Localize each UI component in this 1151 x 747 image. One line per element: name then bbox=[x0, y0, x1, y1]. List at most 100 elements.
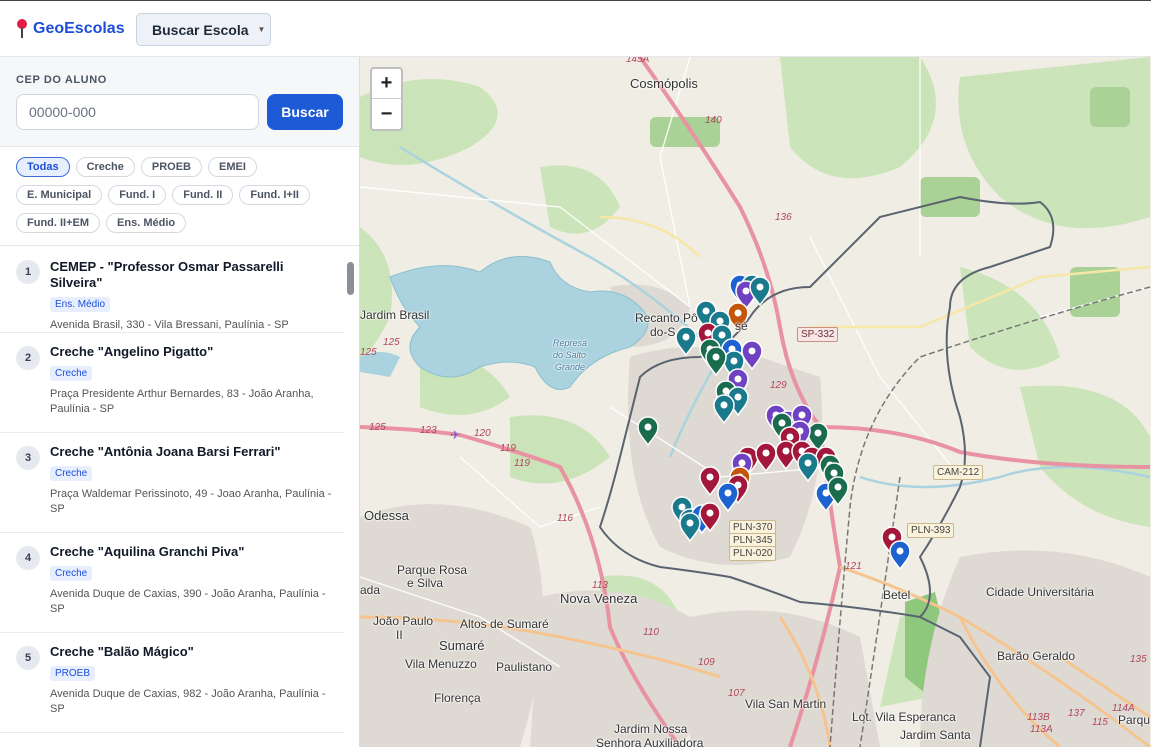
search-school-label: Buscar Escola bbox=[152, 21, 249, 38]
road-number: 123 bbox=[420, 425, 437, 436]
road-number: 113 bbox=[592, 580, 608, 591]
cep-search-panel: CEP DO ALUNO Buscar bbox=[0, 57, 359, 147]
road-shield: CAM-212 bbox=[933, 465, 984, 480]
map-label: Represa bbox=[553, 338, 588, 348]
map-label-cosmopolis: Cosmópolis bbox=[630, 76, 698, 91]
map-label: Vila Menuzzo bbox=[405, 657, 477, 671]
map-label: Senhora Auxiliadora bbox=[596, 736, 704, 747]
map-label-odessa: Odessa bbox=[364, 508, 409, 523]
cep-input[interactable] bbox=[16, 94, 259, 130]
zoom-control: + − bbox=[370, 67, 403, 131]
school-name: Creche "Antônia Joana Barsi Ferrari" bbox=[50, 444, 281, 459]
road-number: 129 bbox=[770, 380, 787, 391]
road-number: 110 bbox=[643, 627, 659, 638]
list-item[interactable]: 2 Creche "Angelino Pigatto" Creche Praça… bbox=[0, 333, 344, 433]
filter-chips: Todas Creche PROEB EMEI E. Municipal Fun… bbox=[0, 147, 359, 246]
school-address: Avenida Duque de Caxias, 390 - João Aran… bbox=[50, 588, 326, 615]
list-item[interactable]: 3 Creche "Antônia Joana Barsi Ferrari" C… bbox=[0, 433, 344, 533]
road-number: 114A bbox=[1112, 703, 1135, 714]
list-item[interactable]: 1 CEMEP - "Professor Osmar Passarelli Si… bbox=[0, 247, 344, 333]
filter-chip-fund-ii-em[interactable]: Fund. II+EM bbox=[16, 213, 101, 233]
road-number: 113A bbox=[1030, 724, 1053, 735]
search-school-dropdown[interactable]: Buscar Escola ▼ bbox=[136, 13, 271, 46]
road-number: 107 bbox=[728, 688, 745, 699]
map-label: Parqu bbox=[1118, 713, 1151, 727]
map-label: ada bbox=[360, 583, 381, 597]
road-number: 140 bbox=[705, 115, 722, 126]
caret-down-icon: ▼ bbox=[257, 25, 266, 34]
item-number: 1 bbox=[16, 260, 40, 284]
brand[interactable]: GeoEscolas bbox=[16, 19, 125, 39]
map-label: Barão Geraldo bbox=[997, 649, 1076, 663]
filter-chip-emei[interactable]: EMEI bbox=[208, 157, 257, 177]
filter-chip-e-municipal[interactable]: E. Municipal bbox=[16, 185, 103, 205]
filter-chip-creche[interactable]: Creche bbox=[75, 157, 135, 177]
filter-chip-ens-medio[interactable]: Ens. Médio bbox=[106, 213, 187, 233]
road-number: 136 bbox=[775, 212, 792, 223]
list-item[interactable]: 5 Creche "Balão Mágico" PROEB Avenida Du… bbox=[0, 633, 344, 733]
map-label: do Salto bbox=[553, 350, 587, 360]
map-label: Jardim Brasil bbox=[360, 308, 430, 322]
filter-chip-proeb[interactable]: PROEB bbox=[140, 157, 202, 177]
road-number: 137 bbox=[1068, 708, 1085, 719]
map-label: Lot. Vila Esperanca bbox=[852, 710, 956, 724]
road-shield: PLN-020 bbox=[729, 546, 777, 561]
road-number: 125 bbox=[383, 337, 400, 348]
road-number: 116 bbox=[557, 513, 573, 524]
school-name: Creche "Aquilina Granchi Piva" bbox=[50, 544, 245, 559]
svg-text:✈: ✈ bbox=[450, 428, 460, 442]
item-number: 3 bbox=[16, 446, 40, 470]
map-label: Vila San Martin bbox=[745, 697, 827, 711]
school-type-badge: Ens. Médio bbox=[50, 297, 111, 312]
school-type-badge: Creche bbox=[50, 366, 93, 381]
item-number: 4 bbox=[16, 546, 40, 570]
school-address: Praça Waldemar Perissinoto, 49 - Joao Ar… bbox=[50, 488, 332, 515]
item-number: 2 bbox=[16, 346, 40, 370]
map-label: Jardim Nossa bbox=[614, 722, 688, 736]
school-address: Avenida Duque de Caxias, 982 - João Aran… bbox=[50, 688, 326, 715]
road-number: 145A bbox=[626, 57, 650, 65]
filter-chip-fund-i-ii[interactable]: Fund. I+II bbox=[239, 185, 310, 205]
map[interactable]: ✈ Cosmópolis Recanto Pô do-S sé Jardim B… bbox=[360, 57, 1151, 747]
school-type-badge: Creche bbox=[50, 566, 93, 581]
road-number: 115 bbox=[1092, 717, 1108, 728]
map-label-sumare: Sumaré bbox=[439, 638, 485, 653]
item-number: 5 bbox=[16, 646, 40, 670]
school-name: Creche "Balão Mágico" bbox=[50, 644, 194, 659]
zoom-in-button[interactable]: + bbox=[372, 69, 401, 99]
cep-search-button[interactable]: Buscar bbox=[267, 94, 343, 130]
school-marker-icon[interactable] bbox=[889, 540, 911, 571]
road-number: 113B bbox=[1027, 712, 1050, 723]
school-address: Avenida Brasil, 330 - Vila Bressani, Pau… bbox=[50, 319, 289, 331]
school-address: Praça Presidente Arthur Bernardes, 83 - … bbox=[50, 388, 314, 415]
road-number: 125 bbox=[369, 422, 386, 433]
list-scrollbar[interactable] bbox=[347, 262, 354, 295]
road-shield: PLN-393 bbox=[907, 523, 955, 538]
school-type-badge: PROEB bbox=[50, 666, 96, 681]
map-label: Cidade Universitária bbox=[986, 585, 1095, 599]
road-number: 109 bbox=[698, 657, 715, 668]
road-number: 125 bbox=[360, 347, 377, 358]
map-label: e Silva bbox=[407, 576, 444, 590]
pushpin-icon bbox=[16, 19, 28, 39]
map-label: Grande bbox=[555, 362, 586, 372]
filter-chip-fund-ii[interactable]: Fund. II bbox=[172, 185, 234, 205]
school-type-badge: Creche bbox=[50, 466, 93, 481]
map-label-nova-veneza: Nova Veneza bbox=[560, 591, 638, 606]
cep-label: CEP DO ALUNO bbox=[16, 74, 107, 86]
map-label: Paulistano bbox=[496, 660, 553, 674]
filter-chip-fund-i[interactable]: Fund. I bbox=[108, 185, 167, 205]
zoom-out-button[interactable]: − bbox=[372, 99, 401, 129]
road-shield: SP-332 bbox=[797, 327, 839, 342]
road-number: 135 bbox=[1130, 654, 1147, 665]
map-label: Florença bbox=[434, 691, 481, 705]
map-label: Betel bbox=[883, 588, 911, 602]
school-name: Creche "Angelino Pigatto" bbox=[50, 344, 214, 359]
road-number: 119 bbox=[500, 443, 516, 454]
sidebar: CEP DO ALUNO Buscar Todas Creche PROEB E… bbox=[0, 57, 360, 747]
top-header: GeoEscolas Buscar Escola ▼ bbox=[0, 0, 1151, 57]
brand-name: GeoEscolas bbox=[33, 20, 125, 37]
list-item[interactable]: 4 Creche "Aquilina Granchi Piva" Creche … bbox=[0, 533, 344, 633]
map-label: do-S bbox=[650, 325, 676, 339]
filter-chip-todas[interactable]: Todas bbox=[16, 157, 70, 177]
